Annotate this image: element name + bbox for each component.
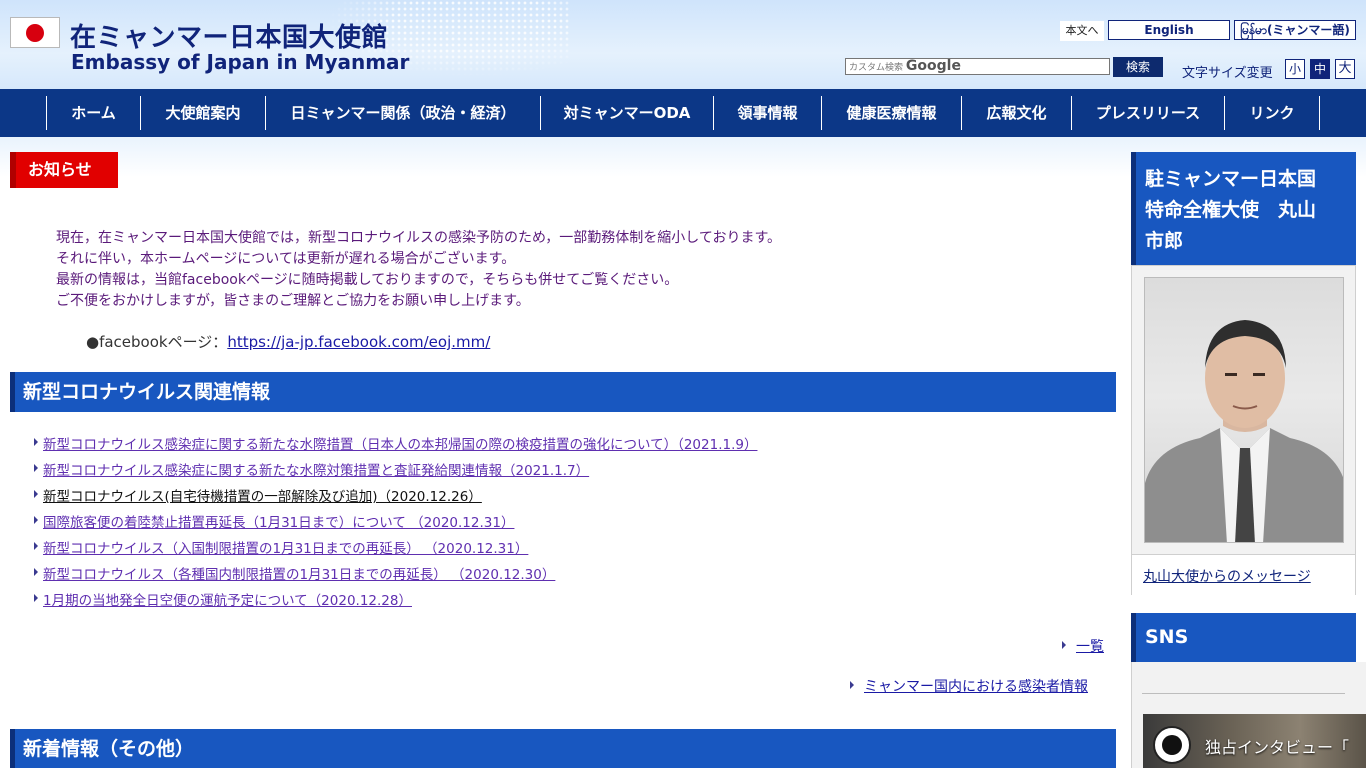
skip-to-content-link[interactable]: 本文へ bbox=[1060, 21, 1104, 41]
list-item: 国際旅客便の着陸禁止措置再延長（1月31日まで）について （2020.12.31… bbox=[33, 511, 1113, 537]
notice-line: 現在，在ミャンマー日本国大使館では，新型コロナウイルスの感染予防のため，一部勤務… bbox=[56, 230, 782, 246]
notice-line: それに伴い，本ホームページについては更新が遅れる場合がございます。 bbox=[56, 251, 516, 267]
list-item: 1月期の当地発全日空便の運航予定について（2020.12.28） bbox=[33, 589, 1113, 615]
nav-health[interactable]: 健康医療情報 bbox=[821, 96, 961, 130]
nav-culture[interactable]: 広報文化 bbox=[961, 96, 1071, 130]
sns-heading: SNS bbox=[1131, 613, 1356, 662]
video-embed[interactable]: 独占インタビュー「 bbox=[1143, 714, 1366, 768]
site-title-en[interactable]: Embassy of Japan in Myanmar bbox=[71, 50, 409, 74]
nav-relations[interactable]: 日ミャンマー関係（政治・経済） bbox=[265, 96, 540, 130]
myanmar-language-button[interactable]: မြန်မာ(ミャンマー語) bbox=[1234, 20, 1356, 40]
nav-home[interactable]: ホーム bbox=[46, 96, 140, 130]
covid-news-link[interactable]: 新型コロナウイルス(自宅待機措置の一部解除及び追加)（2020.12.26） bbox=[43, 489, 482, 505]
nav-press-release[interactable]: プレスリリース bbox=[1071, 96, 1224, 130]
ambassador-link-area: 丸山大使からのメッセージ bbox=[1132, 554, 1355, 595]
ambassador-heading-line: 市郎 bbox=[1145, 230, 1184, 252]
font-size-label: 文字サイズ変更 bbox=[1182, 66, 1273, 81]
myanmar-cases-link[interactable]: ミャンマー国内における感染者情報 bbox=[850, 676, 1088, 696]
facebook-link[interactable]: https://ja-jp.facebook.com/eoj.mm/ bbox=[227, 333, 490, 351]
list-item: 新型コロナウイルス（入国制限措置の1月31日までの再延長） （2020.12.3… bbox=[33, 537, 1113, 563]
nav-links[interactable]: リンク bbox=[1224, 96, 1320, 130]
ambassador-photo[interactable] bbox=[1144, 277, 1344, 543]
notice-line: 最新の情報は，当館facebookページに随時掲載しておりますので，そちらも併せ… bbox=[56, 272, 679, 288]
covid-section-heading: 新型コロナウイルス関連情報 bbox=[10, 372, 1116, 412]
search-placeholder: カスタム検索 bbox=[849, 63, 904, 73]
channel-logo-icon bbox=[1153, 726, 1191, 764]
nav-embassy-info[interactable]: 大使館案内 bbox=[140, 96, 265, 130]
sns-box: 独占インタビュー「 bbox=[1131, 662, 1366, 768]
site-title-jp[interactable]: 在ミャンマー日本国大使館 bbox=[70, 17, 388, 54]
view-all-link[interactable]: 一覧 bbox=[1062, 636, 1104, 656]
site-header: 在ミャンマー日本国大使館 Embassy of Japan in Myanmar… bbox=[0, 0, 1366, 89]
covid-news-link[interactable]: 新型コロナウイルス（入国制限措置の1月31日までの再延長） （2020.12.3… bbox=[43, 541, 528, 557]
font-size-medium-button[interactable]: 中 bbox=[1310, 59, 1330, 79]
list-item: 新型コロナウイルス（各種国内制限措置の1月31日までの再延長） （2020.12… bbox=[33, 563, 1113, 589]
google-logo: Google bbox=[905, 58, 961, 74]
ambassador-portrait-image bbox=[1145, 320, 1343, 542]
news-section-heading: 新着情報（その他） bbox=[10, 729, 1116, 768]
covid-news-link[interactable]: 国際旅客便の着陸禁止措置再延長（1月31日まで）について （2020.12.31… bbox=[43, 515, 514, 531]
video-title: 独占インタビュー「 bbox=[1205, 738, 1350, 757]
font-size-large-button[interactable]: 大 bbox=[1335, 59, 1355, 79]
notice-line: ご不便をおかけしますが，皆さまのご理解とご協力をお願い申し上げます。 bbox=[56, 293, 530, 309]
nav-consular[interactable]: 領事情報 bbox=[713, 96, 821, 130]
search-button[interactable]: 検索 bbox=[1113, 57, 1163, 77]
facebook-line: ●facebookページ：https://ja-jp.facebook.com/… bbox=[86, 331, 490, 352]
font-size-small-button[interactable]: 小 bbox=[1285, 59, 1305, 79]
list-item: 新型コロナウイルス感染症に関する新たな水際措置（日本人の本邦帰国の際の検疫措置の… bbox=[33, 433, 1113, 459]
ambassador-box: 丸山大使からのメッセージ bbox=[1131, 265, 1356, 595]
notice-heading: お知らせ bbox=[10, 152, 118, 188]
english-language-button[interactable]: English bbox=[1108, 20, 1230, 40]
facebook-label: ●facebookページ： bbox=[86, 333, 228, 351]
nav-oda[interactable]: 対ミャンマーODA bbox=[540, 96, 713, 130]
ambassador-heading-line: 特命全権大使 丸山 bbox=[1145, 199, 1317, 221]
ambassador-heading-line: 駐ミャンマー日本国 bbox=[1145, 168, 1317, 190]
covid-news-link[interactable]: 1月期の当地発全日空便の運航予定について（2020.12.28） bbox=[43, 593, 412, 609]
japan-flag-icon bbox=[10, 17, 60, 48]
site-search-input[interactable]: カスタム検索 Google bbox=[845, 58, 1110, 75]
covid-news-link[interactable]: 新型コロナウイルス感染症に関する新たな水際措置（日本人の本邦帰国の際の検疫措置の… bbox=[43, 437, 757, 453]
covid-news-link[interactable]: 新型コロナウイルス感染症に関する新たな水際対策措置と査証発給関連情報（2021.… bbox=[43, 463, 589, 479]
list-item: 新型コロナウイルス(自宅待機措置の一部解除及び追加)（2020.12.26） bbox=[33, 485, 1113, 511]
ambassador-message-link[interactable]: 丸山大使からのメッセージ bbox=[1143, 566, 1311, 586]
list-item: 新型コロナウイルス感染症に関する新たな水際対策措置と査証発給関連情報（2021.… bbox=[33, 459, 1113, 485]
global-nav: ホーム 大使館案内 日ミャンマー関係（政治・経済） 対ミャンマーODA 領事情報… bbox=[0, 89, 1366, 137]
covid-news-list: 新型コロナウイルス感染症に関する新たな水際措置（日本人の本邦帰国の際の検疫措置の… bbox=[33, 433, 1113, 615]
ambassador-heading: 駐ミャンマー日本国 特命全権大使 丸山 市郎 bbox=[1131, 152, 1356, 265]
divider bbox=[1142, 693, 1345, 694]
covid-news-link[interactable]: 新型コロナウイルス（各種国内制限措置の1月31日までの再延長） （2020.12… bbox=[43, 567, 555, 583]
notice-body: 現在，在ミャンマー日本国大使館では，新型コロナウイルスの感染予防のため，一部勤務… bbox=[56, 228, 781, 312]
